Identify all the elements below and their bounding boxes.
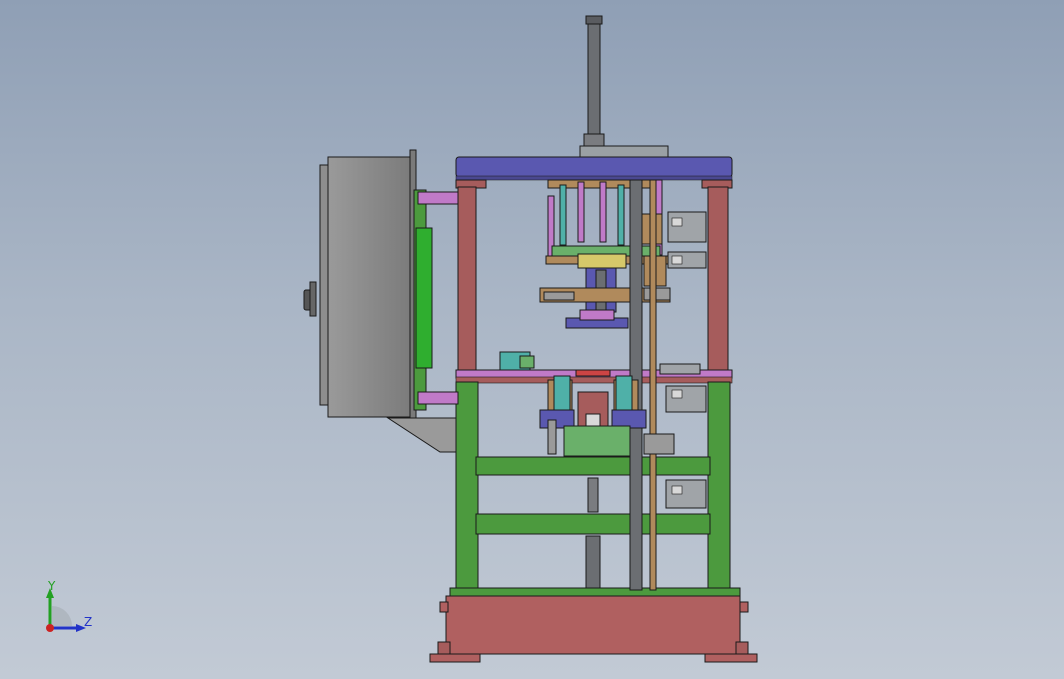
z-axis-label: Z: [84, 615, 92, 629]
graphics-viewport[interactable]: Y Z: [0, 0, 1064, 679]
y-axis-label: Y: [47, 579, 56, 593]
triad-origin: [46, 624, 54, 632]
upper-mechanism: [539, 179, 707, 329]
top-cylinder: [579, 15, 669, 159]
electrical-cabinet: [303, 149, 459, 453]
machine-model[interactable]: [0, 0, 1064, 679]
coordinate-triad: Y Z: [46, 579, 92, 632]
machine-base: [429, 595, 758, 663]
triad-quadrant: [52, 606, 72, 626]
lower-mechanism: [539, 375, 707, 509]
